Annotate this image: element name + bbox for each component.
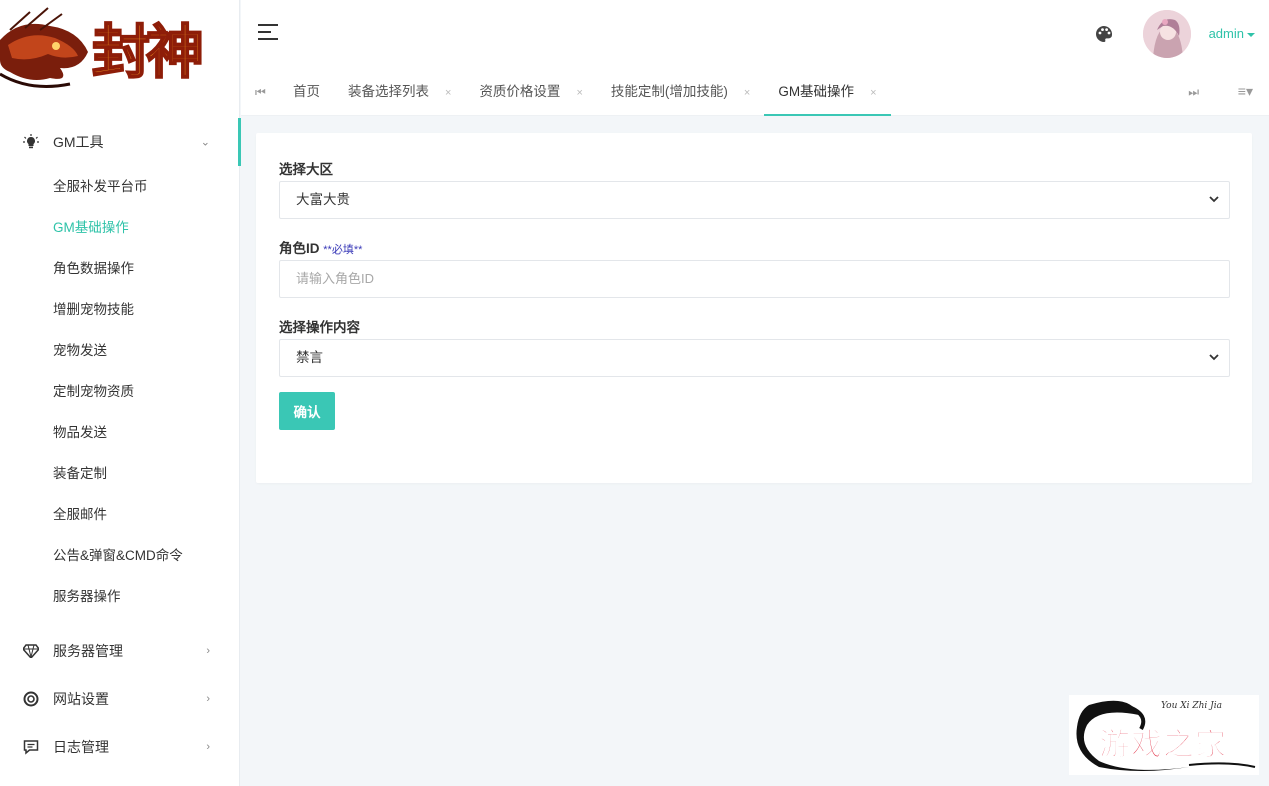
chevron-right-icon: › bbox=[206, 741, 210, 753]
tab-label: 技能定制(增加技能) bbox=[610, 84, 728, 99]
tab-label: 装备选择列表 bbox=[348, 84, 429, 99]
sidebar-group-gm-tools[interactable]: GM工具 ⌄ bbox=[0, 118, 241, 166]
tab-bar: ⏮ 首页 装备选择列表 × 资质价格设置 × 技能定制(增加技能) × GM基础操作 ×… bbox=[241, 70, 1269, 116]
sidebar-group-label: GM工具 bbox=[53, 134, 104, 150]
sidebar-item-reissue-platform-coins[interactable]: 全服补发平台币 bbox=[0, 166, 240, 207]
chevron-down-icon bbox=[1209, 354, 1219, 361]
watermark-text: 游戏之家 bbox=[1099, 727, 1227, 764]
sidebar-item-server-mail[interactable]: 全服邮件 bbox=[0, 494, 240, 535]
tab-scroll-right-icon[interactable]: ⏭ bbox=[1188, 85, 1199, 100]
region-select-value: 大富大贵 bbox=[296, 192, 350, 207]
gm-form-card: 选择大区 大富大贵 角色ID **必填** 请输入角色ID 选择操作内容 禁言 … bbox=[256, 133, 1252, 483]
sidebar-item-send-pet[interactable]: 宠物发送 bbox=[0, 330, 240, 371]
tab-skill-custom[interactable]: 技能定制(增加技能) × bbox=[597, 70, 764, 116]
sidebar-item-custom-pet-aptitude[interactable]: 定制宠物资质 bbox=[0, 371, 240, 412]
watermark-logo: You Xi Zhi Jia 游戏之家 bbox=[1069, 695, 1259, 775]
chevron-down-icon bbox=[1209, 196, 1219, 203]
operation-select[interactable]: 禁言 bbox=[279, 339, 1230, 377]
gm-tools-submenu: 全服补发平台币 GM基础操作 角色数据操作 增删宠物技能 宠物发送 定制宠物资质… bbox=[0, 166, 240, 617]
sidebar-item-server-ops[interactable]: 服务器操作 bbox=[0, 576, 240, 617]
diamond-icon bbox=[22, 642, 40, 660]
top-header: admin bbox=[241, 0, 1269, 70]
sidebar-item-announcement-cmd[interactable]: 公告&弹窗&CMD命令 bbox=[0, 535, 240, 576]
settings-circle-icon bbox=[22, 690, 40, 708]
close-icon[interactable]: × bbox=[445, 87, 451, 99]
sidebar: 封神 GM工具 ⌄ 全服补发平台币 GM基础操作 角色数据操作 增删宠物技能 宠… bbox=[0, 0, 241, 786]
log-icon bbox=[22, 738, 40, 756]
role-id-input[interactable]: 请输入角色ID bbox=[279, 260, 1230, 298]
sidebar-item-send-item[interactable]: 物品发送 bbox=[0, 412, 240, 453]
chevron-down-icon: ⌄ bbox=[200, 136, 210, 149]
user-menu[interactable]: admin bbox=[1209, 26, 1255, 41]
sidebar-group-server-management[interactable]: 服务器管理 › bbox=[0, 627, 240, 675]
lightbulb-icon bbox=[22, 133, 40, 151]
sidebar-item-gm-basic-ops[interactable]: GM基础操作 bbox=[0, 207, 240, 248]
close-icon[interactable]: × bbox=[576, 87, 582, 99]
tab-menu-icon[interactable]: ≡▾ bbox=[1238, 83, 1253, 100]
tab-gm-basic-ops[interactable]: GM基础操作 × bbox=[764, 70, 891, 116]
palette-icon[interactable] bbox=[1095, 25, 1115, 45]
sidebar-group-label: 网站设置 bbox=[53, 691, 109, 707]
region-select[interactable]: 大富大贵 bbox=[279, 181, 1230, 219]
required-note: **必填** bbox=[323, 244, 363, 256]
close-icon[interactable]: × bbox=[870, 87, 876, 99]
operation-select-value: 禁言 bbox=[296, 350, 323, 365]
sidebar-menu: GM工具 ⌄ 全服补发平台币 GM基础操作 角色数据操作 增删宠物技能 宠物发送… bbox=[0, 118, 241, 771]
region-label: 选择大区 bbox=[279, 162, 333, 177]
avatar[interactable] bbox=[1143, 10, 1191, 58]
tab-scroll-left-icon[interactable]: ⏮ bbox=[255, 85, 266, 100]
sidebar-group-label: 服务器管理 bbox=[53, 643, 123, 659]
role-id-label: 角色ID **必填** bbox=[279, 241, 363, 256]
role-id-placeholder: 请输入角色ID bbox=[296, 271, 375, 286]
watermark-pinyin: You Xi Zhi Jia bbox=[1161, 701, 1223, 711]
sidebar-group-site-settings[interactable]: 网站设置 › bbox=[0, 675, 240, 723]
tab-label: 首页 bbox=[293, 84, 320, 99]
chevron-right-icon: › bbox=[206, 693, 210, 705]
hamburger-icon[interactable] bbox=[258, 24, 278, 42]
sidebar-group-label: 日志管理 bbox=[53, 739, 109, 755]
close-icon[interactable]: × bbox=[744, 87, 750, 99]
tab-label: GM基础操作 bbox=[778, 84, 855, 99]
username: admin bbox=[1208, 26, 1244, 41]
tab-label: 资质价格设置 bbox=[479, 84, 561, 99]
sidebar-item-pet-skills[interactable]: 增删宠物技能 bbox=[0, 289, 240, 330]
chevron-right-icon: › bbox=[206, 645, 210, 657]
confirm-button[interactable]: 确认 bbox=[279, 392, 335, 430]
tab-aptitude-price[interactable]: 资质价格设置 × bbox=[465, 70, 596, 116]
tabs: 首页 装备选择列表 × 资质价格设置 × 技能定制(增加技能) × GM基础操作 × bbox=[279, 70, 891, 116]
tab-home[interactable]: 首页 bbox=[279, 70, 334, 116]
sidebar-item-role-data-ops[interactable]: 角色数据操作 bbox=[0, 248, 240, 289]
logo: 封神 bbox=[0, 0, 239, 108]
tab-equipment-list[interactable]: 装备选择列表 × bbox=[334, 70, 465, 116]
caret-down-icon bbox=[1247, 32, 1255, 37]
sidebar-item-custom-equipment[interactable]: 装备定制 bbox=[0, 453, 240, 494]
operation-label: 选择操作内容 bbox=[279, 320, 360, 335]
logo-title: 封神 bbox=[91, 17, 205, 87]
sidebar-group-log-management[interactable]: 日志管理 › bbox=[0, 723, 240, 771]
